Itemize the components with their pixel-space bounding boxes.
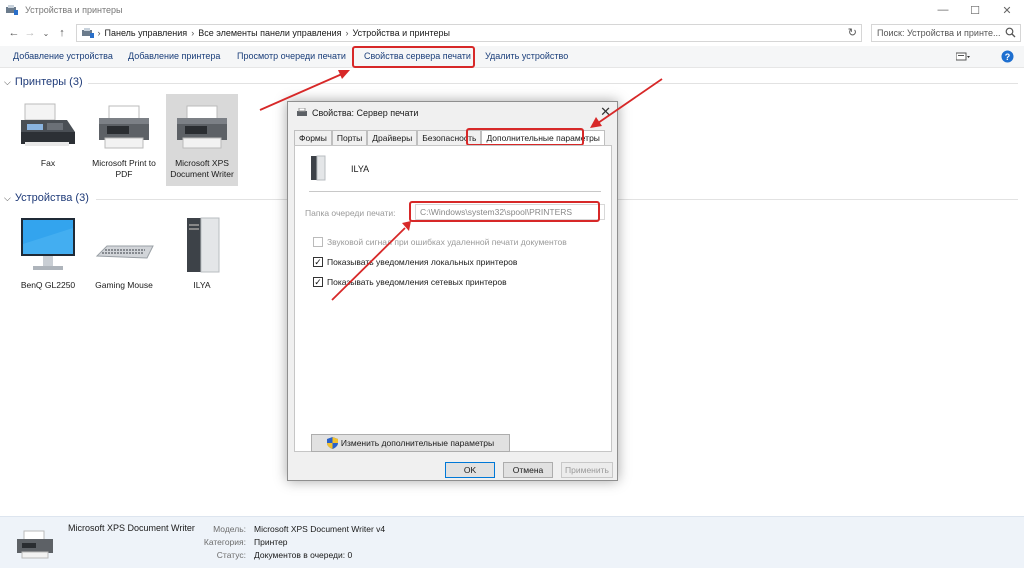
add-printer-button[interactable]: Добавление принтера xyxy=(128,51,220,61)
details-model-label: Модель: xyxy=(213,524,246,534)
details-category-value: Принтер xyxy=(254,537,288,547)
device-label: Microsoft XPS Document Writer xyxy=(170,158,234,179)
close-window-button[interactable]: ✕ xyxy=(990,0,1024,20)
search-placeholder: Поиск: Устройства и принте... xyxy=(877,28,1001,38)
navigation-bar: ← → ⌄ ↑ › Панель управления › Все элемен… xyxy=(0,22,1024,44)
annotation-highlight-spool-path xyxy=(409,201,600,222)
breadcrumb-separator: › xyxy=(345,28,349,38)
recent-dropdown-icon[interactable]: ⌄ xyxy=(38,25,54,41)
tab-ports[interactable]: Порты xyxy=(331,130,368,146)
device-label: Gaming Mouse xyxy=(95,280,153,290)
add-device-button[interactable]: Добавление устройства xyxy=(13,51,113,61)
title-bar: Устройства и принтеры xyxy=(0,0,1024,20)
control-panel-icon xyxy=(82,28,94,38)
fax-icon xyxy=(21,103,75,146)
window-title: Устройства и принтеры xyxy=(25,5,123,15)
group-title: Устройства (3) xyxy=(14,192,89,204)
devices-printers-icon xyxy=(6,5,18,15)
search-icon xyxy=(1005,27,1016,38)
details-status-value: Документов в очереди: 0 xyxy=(254,550,353,560)
spool-folder-label: Папка очереди печати: xyxy=(305,208,396,218)
device-item-ilya[interactable]: ILYA xyxy=(166,210,238,294)
server-icon xyxy=(311,155,326,181)
group-header-printers[interactable]: ⌵ Принтеры (3) xyxy=(4,76,83,88)
details-pane: Microsoft XPS Document Writer Модель: Mi… xyxy=(0,516,1024,568)
group-divider xyxy=(88,83,1018,84)
refresh-icon[interactable]: ↻ xyxy=(848,26,857,39)
network-notifications-checkbox-row[interactable]: ✓ Показывать уведомления сетевых принтер… xyxy=(313,277,507,287)
beep-errors-checkbox[interactable] xyxy=(313,237,323,247)
dialog-titlebar: Свойства: Сервер печати xyxy=(296,108,418,118)
network-notifications-checkbox[interactable]: ✓ xyxy=(313,277,323,287)
breadcrumb-all-items[interactable]: Все элементы панели управления xyxy=(198,28,341,38)
breadcrumb-separator: › xyxy=(191,28,195,38)
annotation-highlight-advanced-tab xyxy=(466,128,584,146)
local-notifications-checkbox[interactable]: ✓ xyxy=(313,257,323,267)
forward-arrow-icon[interactable]: → xyxy=(22,25,38,41)
minimize-button[interactable]: — xyxy=(926,0,960,20)
help-icon[interactable]: ? xyxy=(1001,50,1014,63)
group-title: Принтеры (3) xyxy=(14,76,83,88)
back-arrow-icon[interactable]: ← xyxy=(6,25,22,41)
advanced-tab-panel: ILYA Папка очереди печати: C:\Windows\sy… xyxy=(294,145,612,452)
command-bar: Добавление устройства Добавление принтер… xyxy=(0,46,1024,68)
server-name: ILYA xyxy=(351,164,370,174)
details-status-label: Статус: xyxy=(216,550,246,560)
collapse-chevron-icon[interactable]: ⌵ xyxy=(4,193,11,204)
view-options-icon[interactable] xyxy=(956,52,970,62)
print-server-icon xyxy=(297,108,307,116)
annotation-highlight-server-properties xyxy=(352,46,475,68)
breadcrumb-separator: › xyxy=(95,28,101,38)
printer-icon xyxy=(17,530,53,559)
device-item-print-to-pdf[interactable]: Microsoft Print to PDF xyxy=(88,94,160,186)
apply-button[interactable]: Применить xyxy=(561,462,613,478)
checkbox-label: Показывать уведомления сетевых принтеров xyxy=(327,277,507,287)
ok-button[interactable]: OK xyxy=(445,462,495,478)
device-label: Microsoft Print to PDF xyxy=(92,158,156,179)
maximize-button[interactable]: ☐ xyxy=(958,0,992,20)
device-label: BenQ GL2250 xyxy=(20,280,76,290)
remove-device-button[interactable]: Удалить устройство xyxy=(485,51,568,61)
device-item-monitor[interactable]: BenQ GL2250 xyxy=(12,210,84,294)
breadcrumb-control-panel[interactable]: Панель управления xyxy=(105,28,188,38)
keyboard-icon xyxy=(95,245,154,259)
device-item-fax[interactable]: Fax xyxy=(12,94,84,186)
beep-errors-checkbox-row[interactable]: Звуковой сигнал при ошибках удаленной пе… xyxy=(313,237,567,247)
cancel-button[interactable]: Отмена xyxy=(503,462,553,478)
address-bar[interactable]: › Панель управления › Все элементы панел… xyxy=(76,24,862,42)
group-header-devices[interactable]: ⌵ Устройства (3) xyxy=(4,192,89,204)
search-input[interactable]: Поиск: Устройства и принте... xyxy=(871,24,1021,42)
device-item-xps-writer[interactable]: Microsoft XPS Document Writer xyxy=(166,94,238,186)
uac-shield-icon xyxy=(326,437,338,449)
printer-icon xyxy=(99,105,149,149)
breadcrumb-devices-printers[interactable]: Устройства и принтеры xyxy=(353,28,451,38)
collapse-chevron-icon[interactable]: ⌵ xyxy=(4,77,11,88)
change-advanced-settings-button[interactable]: Изменить дополнительные параметры xyxy=(311,434,510,452)
view-print-queue-button[interactable]: Просмотр очереди печати xyxy=(237,51,346,61)
details-model-value: Microsoft XPS Document Writer v4 xyxy=(254,524,386,534)
device-item-gaming-mouse[interactable]: Gaming Mouse xyxy=(88,210,160,294)
tab-drivers[interactable]: Драйверы xyxy=(367,130,418,146)
local-notifications-checkbox-row[interactable]: ✓ Показывать уведомления локальных принт… xyxy=(313,257,517,267)
up-arrow-icon[interactable]: ↑ xyxy=(54,25,70,41)
device-label: ILYA xyxy=(193,280,211,290)
tab-forms[interactable]: Формы xyxy=(294,130,332,146)
computer-tower-icon xyxy=(187,217,220,273)
change-advanced-settings-label: Изменить дополнительные параметры xyxy=(340,438,495,448)
device-label: Fax xyxy=(40,158,56,168)
checkbox-label: Показывать уведомления локальных принтер… xyxy=(327,257,518,267)
details-category-label: Категория: xyxy=(203,537,246,547)
print-server-properties-dialog: Свойства: Сервер печати ✕ Формы Порты Др… xyxy=(287,101,618,481)
dialog-close-icon[interactable]: ✕ xyxy=(600,104,611,120)
checkbox-label: Звуковой сигнал при ошибках удаленной пе… xyxy=(327,237,567,247)
monitor-icon xyxy=(21,218,75,270)
dialog-title: Свойства: Сервер печати xyxy=(312,108,419,118)
printer-icon xyxy=(177,105,227,149)
svg-text:?: ? xyxy=(1005,52,1011,62)
divider xyxy=(309,191,601,192)
